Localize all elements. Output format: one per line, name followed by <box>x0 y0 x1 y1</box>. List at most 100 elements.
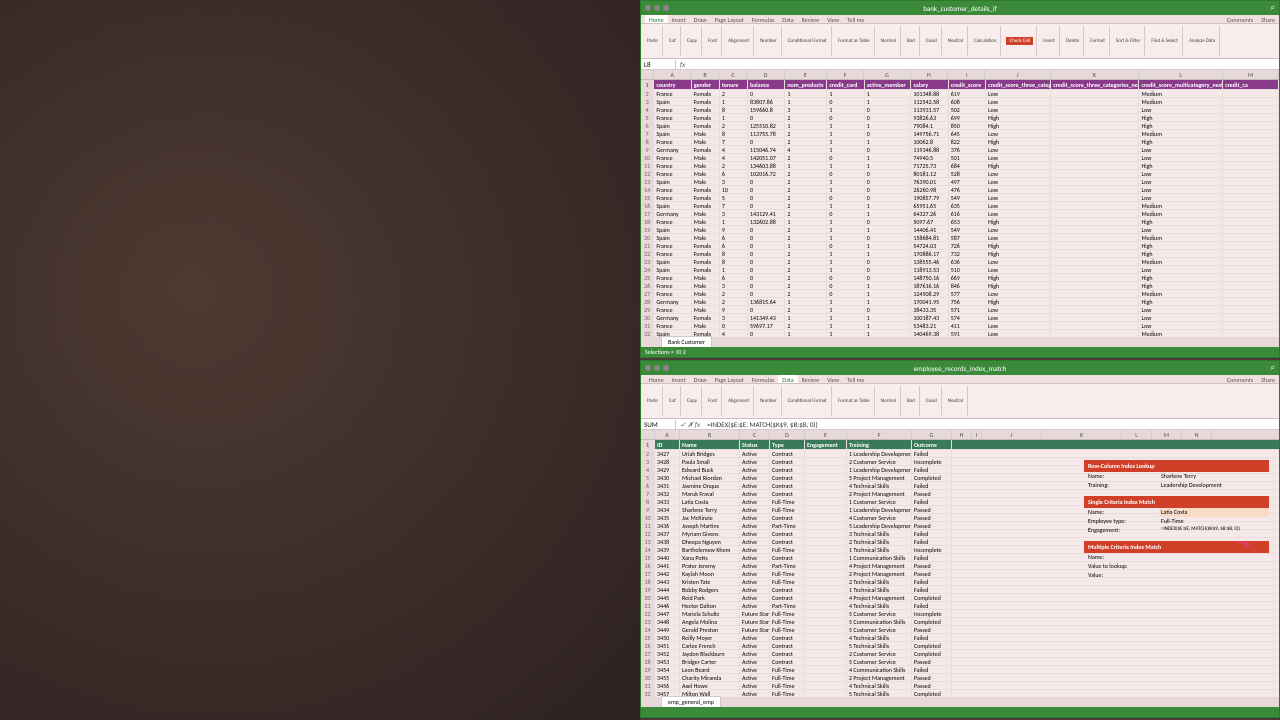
ribbon-tab-insert[interactable]: Insert <box>668 15 690 23</box>
ribbon-copy[interactable]: Copy <box>686 37 698 45</box>
table-header[interactable]: Engagement <box>805 440 847 449</box>
maximize-icon[interactable] <box>663 5 669 11</box>
table-header[interactable]: Status <box>740 440 770 449</box>
table-header[interactable]: credit_score_three_categories_if <box>986 80 1051 89</box>
table-row[interactable]: 20SpainMale60210158684.81587LowMedium <box>641 234 1279 242</box>
lookup-training-val[interactable]: Leadership Development <box>1159 481 1269 490</box>
ribbon-bad[interactable]: Bad <box>906 397 916 405</box>
table-row[interactable]: 16SpainFemale7021165951.65635LowMedium <box>641 202 1279 210</box>
table-row[interactable]: 3SpainFemale183807.86101112542.58608LowM… <box>641 98 1279 106</box>
ribbon-number[interactable]: Number <box>759 37 778 45</box>
col-header[interactable]: I <box>948 70 985 79</box>
ribbon-format[interactable]: Format <box>1089 37 1106 45</box>
table-row[interactable]: 12FranceMale6102016.7220080181.12528LowL… <box>641 170 1279 178</box>
table-row[interactable]: 14FranceFemale10021026260.98476LowLow <box>641 186 1279 194</box>
table-row[interactable]: 5FranceFemale1020093826.63699HighHigh <box>641 114 1279 122</box>
ribbon-normal[interactable]: Normal <box>880 397 897 405</box>
search-icon[interactable]: ⌕ <box>1271 3 1275 13</box>
table-row[interactable]: 253450Reilly MoyerActiveContract4 Techni… <box>641 634 1279 642</box>
table-row[interactable]: 24SpainFemale10210118913.53510LowLow <box>641 266 1279 274</box>
col-header[interactable]: D <box>747 70 784 79</box>
col-header[interactable]: L <box>1122 430 1152 439</box>
ribbon-check-cell[interactable]: Check Cell <box>1006 37 1033 45</box>
table-row[interactable]: 7SpainMale8113755.78210149756.71645LowMe… <box>641 130 1279 138</box>
ribbon-tab-formulas[interactable]: Formulas <box>748 15 778 23</box>
formula-input-2[interactable]: =INDEX($E:$E, MATCH($K$9, $B:$B, 0)) <box>704 420 818 429</box>
table-row[interactable]: 6SpainFemale2125510.8211179084.1850HighH… <box>641 122 1279 130</box>
table-header[interactable]: ID <box>655 440 680 449</box>
col-header[interactable]: N <box>1182 430 1212 439</box>
ribbon-format-as-table[interactable]: Format as Table <box>837 37 871 45</box>
ribbon-tab-insert[interactable]: Insert <box>668 375 690 383</box>
table-row[interactable]: 4FranceFemale8159660.8310113931.57502Low… <box>641 106 1279 114</box>
col-header[interactable]: G <box>864 70 911 79</box>
table-row[interactable]: 30GermanyFemale3141349.43111100187.43574… <box>641 314 1279 322</box>
maximize-icon[interactable] <box>663 365 669 371</box>
table-row[interactable]: 31FranceMale059697.1721153483.21411LowLo… <box>641 322 1279 330</box>
table-row[interactable]: 313456Axel HoweActiveFull-Time4 Technica… <box>641 682 1279 690</box>
ribbon-tab-tell-me[interactable]: Tell me <box>843 375 868 383</box>
table-row[interactable]: 26FranceMale30201187616.16846HighHigh <box>641 282 1279 290</box>
ribbon-tab-home[interactable]: Home <box>645 15 668 23</box>
ribbon-copy[interactable]: Copy <box>686 397 698 405</box>
col-header[interactable]: F <box>827 70 864 79</box>
ribbon-normal[interactable]: Normal <box>880 37 897 45</box>
table-header[interactable]: credit_score_multicategory_nested_if <box>1139 80 1223 89</box>
table-row[interactable]: 18FranceMale1132602.881105097.67653HighH… <box>641 218 1279 226</box>
table-row[interactable]: 193444Bobby RodgersActiveContract1 Techn… <box>641 586 1279 594</box>
col-header[interactable]: A <box>655 430 680 439</box>
ribbon-calculation[interactable]: Calculation <box>973 37 998 45</box>
fx-icon[interactable]: ✓ ✗ fx <box>676 420 704 429</box>
table-header[interactable]: Name <box>680 440 740 449</box>
col-header[interactable]: J <box>985 70 1050 79</box>
sheet-body-2[interactable]: 1IDNameStatusTypeEngagementTrainingOutco… <box>641 440 1279 698</box>
table-header[interactable]: active_member <box>865 80 912 89</box>
table-header[interactable]: gender <box>692 80 720 89</box>
table-row[interactable]: 273452Jaydon BlackburnActiveContract2 Cu… <box>641 650 1279 658</box>
ribbon-tab-review[interactable]: Review <box>798 375 823 383</box>
table-row[interactable]: 213446Hector DaltonActivePart-Time4 Tech… <box>641 602 1279 610</box>
ribbon-tab-formulas[interactable]: Formulas <box>748 375 778 383</box>
table-row[interactable]: 23SpainFemale80210138555.46636LowMedium <box>641 258 1279 266</box>
col-header[interactable]: L <box>1139 70 1223 79</box>
table-header[interactable]: Training <box>847 440 912 449</box>
minimize-icon[interactable] <box>654 365 660 371</box>
col-header[interactable]: B <box>680 430 740 439</box>
table-header[interactable]: credit_score_three_categories_nested_if <box>1051 80 1139 89</box>
ribbon-tab-page-layout[interactable]: Page Layout <box>711 375 748 383</box>
ribbon-tab-data[interactable]: Data <box>778 375 797 383</box>
table-row[interactable]: 22FranceFemale80211170886.17732HighHigh <box>641 250 1279 258</box>
ribbon-paste[interactable]: Paste <box>646 397 659 405</box>
sheet-body-1[interactable]: 1countrygendertenurebalancenum_productsc… <box>641 80 1279 338</box>
ribbon-alignment[interactable]: Alignment <box>727 37 750 45</box>
table-row[interactable]: 203445Reid ParkActiveContract4 Project M… <box>641 594 1279 602</box>
table-row[interactable]: 10FranceMale4142051.0720174940.5501LowLo… <box>641 154 1279 162</box>
ribbon-tab-page-layout[interactable]: Page Layout <box>711 15 748 23</box>
table-row[interactable]: 293454Leon BeardActiveFull-Time4 Communi… <box>641 666 1279 674</box>
ribbon-bad[interactable]: Bad <box>906 37 916 45</box>
table-row[interactable]: 19SpainMale9021114406.41549LowLow <box>641 226 1279 234</box>
table-header[interactable]: credit_card <box>827 80 864 89</box>
col-header[interactable]: I <box>972 430 982 439</box>
ribbon-analyze-data[interactable]: Analyze Data <box>1188 37 1216 45</box>
minimize-icon[interactable] <box>654 5 660 11</box>
col-header[interactable]: M <box>1152 430 1182 439</box>
col-header[interactable]: C <box>740 430 770 439</box>
table-header[interactable]: country <box>654 80 691 89</box>
col-header[interactable]: D <box>770 430 805 439</box>
ribbon-tab-draw[interactable]: Draw <box>690 15 711 23</box>
formula-bar-1[interactable]: L8 fx <box>641 59 1279 70</box>
ribbon-format-as-table[interactable]: Format as Table <box>837 397 871 405</box>
ribbon-conditional-format[interactable]: Conditional Format <box>787 397 828 405</box>
table-row[interactable]: 23427Uriah BridgesActiveContract1 Leader… <box>641 450 1279 458</box>
ribbon-find---select[interactable]: Find & Select <box>1150 37 1179 45</box>
formula-bar-2[interactable]: SUM ✓ ✗ fx =INDEX($E:$E, MATCH($K$9, $B:… <box>641 419 1279 430</box>
col-header[interactable]: H <box>952 430 972 439</box>
col-header[interactable]: H <box>911 70 948 79</box>
col-header[interactable]: C <box>719 70 747 79</box>
ribbon-alignment[interactable]: Alignment <box>727 397 750 405</box>
table-header[interactable]: credit_score <box>949 80 986 89</box>
lookup-emp-val[interactable]: Full-Time <box>1159 517 1269 526</box>
table-header[interactable]: salary <box>911 80 948 89</box>
ribbon-font[interactable]: Font <box>707 397 718 405</box>
